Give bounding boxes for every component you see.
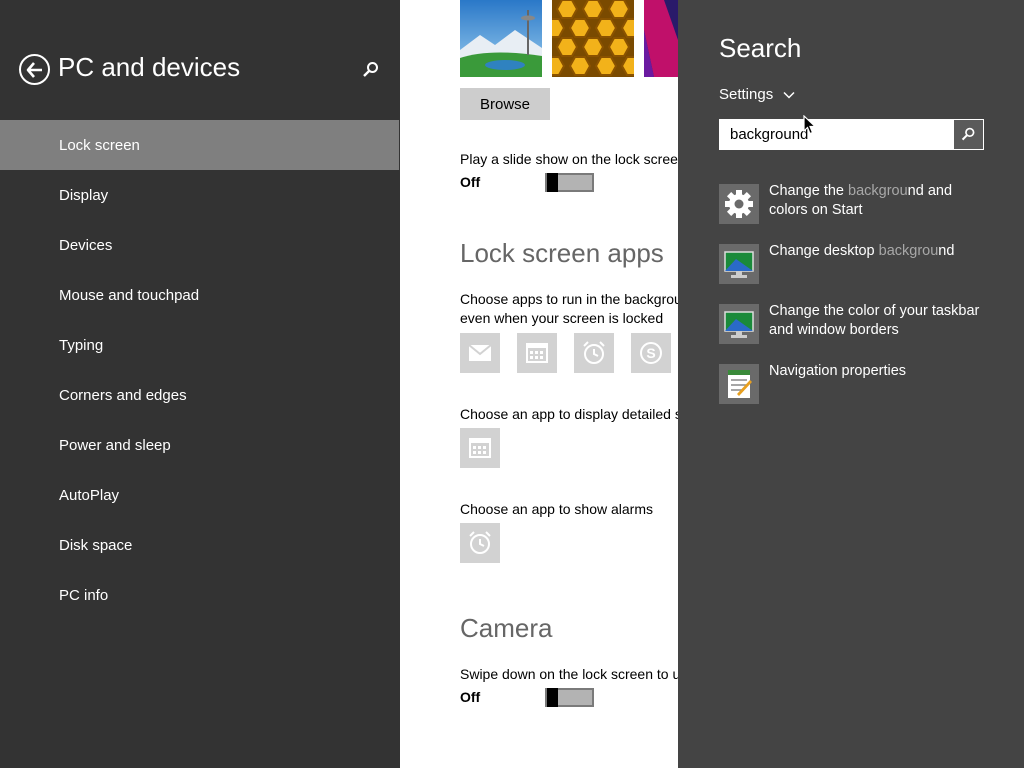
back-button[interactable] xyxy=(19,54,50,85)
skype-icon: S xyxy=(640,342,662,364)
desktop-icon xyxy=(719,304,759,344)
choose-apps-label: Choose apps to run in the background and… xyxy=(460,291,678,307)
search-box xyxy=(719,119,984,150)
sidebar-item-disk-space[interactable]: Disk space xyxy=(0,520,399,570)
sidebar-item-label: Typing xyxy=(59,336,104,354)
sidebar-item-label: Devices xyxy=(59,236,113,254)
sidebar-nav: Lock screen Display Devices Mouse and to… xyxy=(0,120,399,620)
result-text-part: nd and xyxy=(907,183,953,199)
lock-screen-picture-thumb[interactable] xyxy=(552,0,634,77)
lock-app-slot-calendar[interactable] xyxy=(517,333,557,373)
properties-icon xyxy=(719,364,759,404)
sidebar-item-display[interactable]: Display xyxy=(0,170,399,220)
search-icon xyxy=(961,127,975,141)
search-result[interactable]: Navigation properties xyxy=(719,362,999,404)
search-title: Search xyxy=(719,33,802,63)
sidebar-item-power-sleep[interactable]: Power and sleep xyxy=(0,420,399,470)
toggle-knob xyxy=(547,173,558,192)
search-result-text: Navigation properties xyxy=(769,362,906,404)
detailed-status-app-slot[interactable] xyxy=(460,428,500,468)
desktop-icon xyxy=(719,244,759,284)
camera-heading: Camera xyxy=(460,613,553,643)
slideshow-state: Off xyxy=(460,174,481,190)
lock-app-slot-skype[interactable]: S xyxy=(631,333,671,373)
result-text-part: Navigation properties xyxy=(769,363,907,379)
left-panel: PC and devices Lock screen Display Devic… xyxy=(0,0,400,768)
result-text-part: nd xyxy=(938,243,955,259)
search-result[interactable]: Change the background and colors on Star… xyxy=(719,182,999,224)
alarms-app-slot[interactable] xyxy=(460,523,500,563)
sidebar-item-label: Corners and edges xyxy=(59,386,187,404)
lock-screen-apps-heading: Lock screen apps xyxy=(460,238,664,268)
sidebar-item-label: Display xyxy=(59,186,109,204)
camera-label: Swipe down on the lock screen to use the… xyxy=(460,666,678,682)
result-text-part: Change the color of your taskbar xyxy=(769,303,980,319)
search-charm: Search Settings Change the background an… xyxy=(678,0,1024,768)
result-text-line2: and window borders xyxy=(769,322,899,338)
gear-icon xyxy=(719,184,759,224)
lock-screen-picture-thumb[interactable] xyxy=(644,0,678,77)
back-arrow-icon xyxy=(26,61,42,78)
search-result[interactable]: Change the color of your taskbar and win… xyxy=(719,302,999,344)
result-text-highlight: backgrou xyxy=(878,243,939,259)
sidebar-item-label: PC info xyxy=(59,586,109,604)
search-result-text: Change the color of your taskbar and win… xyxy=(769,302,979,344)
result-text-part: Change the xyxy=(769,183,849,199)
sidebar-item-typing[interactable]: Typing xyxy=(0,320,399,370)
sidebar-item-mouse-touchpad[interactable]: Mouse and touchpad xyxy=(0,270,399,320)
calendar-icon xyxy=(526,343,548,363)
sidebar-item-label: Disk space xyxy=(59,536,133,554)
sidebar-item-label: Power and sleep xyxy=(59,436,171,454)
sidebar-item-label: Lock screen xyxy=(59,136,140,154)
page-title: PC and devices xyxy=(58,52,241,82)
sidebar-item-corners-edges[interactable]: Corners and edges xyxy=(0,370,399,420)
lock-screen-content: Browse Play a slide show on the lock scr… xyxy=(400,0,678,768)
sidebar-item-pc-info[interactable]: PC info xyxy=(0,570,399,620)
result-text-highlight: backgrou xyxy=(848,183,908,199)
search-result[interactable]: Change desktop background xyxy=(719,242,999,284)
slideshow-label: Play a slide show on the lock screen xyxy=(460,151,678,167)
camera-toggle[interactable] xyxy=(545,688,594,707)
sidebar-item-label: AutoPlay xyxy=(59,486,120,504)
chevron-down-icon xyxy=(783,91,795,99)
svg-text:S: S xyxy=(646,345,655,361)
slideshow-toggle[interactable] xyxy=(545,173,594,192)
result-text-line2: colors on Start xyxy=(769,202,863,218)
sidebar-item-autoplay[interactable]: AutoPlay xyxy=(0,470,399,520)
search-scope-dropdown[interactable]: Settings xyxy=(719,86,795,103)
search-result-text: Change the background and colors on Star… xyxy=(769,182,952,224)
mouse-cursor-icon xyxy=(803,115,816,135)
lock-app-slot-alarms[interactable] xyxy=(574,333,614,373)
search-icon[interactable] xyxy=(361,60,381,80)
lock-app-slot-mail[interactable] xyxy=(460,333,500,373)
choose-apps-label-2: even when your screen is locked xyxy=(460,310,664,326)
alarm-clock-icon xyxy=(583,341,605,364)
toggle-knob xyxy=(547,688,558,707)
mail-icon xyxy=(468,344,492,361)
sidebar-item-label: Mouse and touchpad xyxy=(59,286,200,304)
search-scope-label: Settings xyxy=(719,86,774,103)
search-result-text: Change desktop background xyxy=(769,242,954,284)
search-input[interactable] xyxy=(720,120,954,149)
detailed-status-label: Choose an app to display detailed status xyxy=(460,406,678,422)
alarms-label: Choose an app to show alarms xyxy=(460,501,653,517)
alarm-clock-icon xyxy=(469,531,491,554)
calendar-icon xyxy=(469,438,491,458)
result-text-part: Change desktop xyxy=(769,243,879,259)
browse-button[interactable]: Browse xyxy=(460,88,550,120)
camera-state: Off xyxy=(460,689,481,705)
sidebar-item-devices[interactable]: Devices xyxy=(0,220,399,270)
lock-screen-picture-thumb[interactable] xyxy=(460,0,542,77)
sidebar-item-lock-screen[interactable]: Lock screen xyxy=(0,120,399,170)
search-button[interactable] xyxy=(953,120,983,149)
